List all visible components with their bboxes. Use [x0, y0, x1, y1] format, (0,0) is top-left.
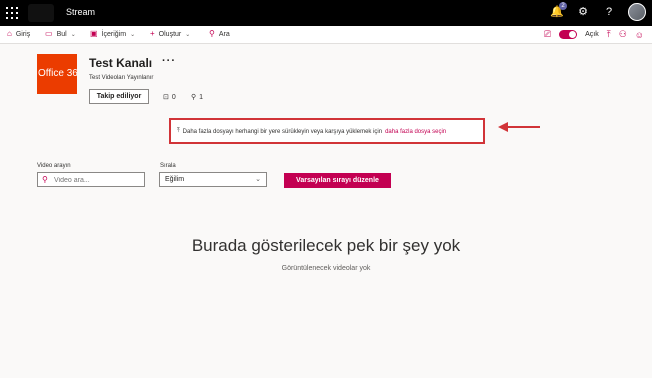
- sort-dropdown[interactable]: Eğilim ⌄: [159, 172, 267, 187]
- search-field[interactable]: ⚲: [37, 172, 145, 187]
- home-icon: ⌂: [7, 29, 12, 38]
- chevron-down-icon: ⌄: [185, 31, 191, 38]
- toggle-label: Açık: [585, 31, 599, 38]
- channel-logo: Office 365: [37, 54, 77, 94]
- discover-icon: ▭: [45, 29, 53, 38]
- person-icon[interactable]: ⚇: [619, 29, 627, 40]
- channel-description: Test Videoları Yayınlanır: [89, 75, 154, 81]
- command-bar: ⌂ Giriş ▭ Bul ⌄ ▣ İçeriğim ⌄ + Oluştur ⌄…: [0, 26, 652, 44]
- gear-icon[interactable]: ⚙: [576, 5, 590, 19]
- nav-home[interactable]: ⌂ Giriş: [7, 30, 30, 38]
- top-bar: Stream 🔔 2 ⚙ ?: [0, 0, 652, 26]
- chevron-down-icon: ⌄: [130, 31, 136, 38]
- bell-icon[interactable]: 🔔 2: [550, 2, 567, 19]
- choose-files-link[interactable]: daha fazla dosya seçin: [385, 129, 446, 135]
- nav-discover-label: Bul: [56, 30, 67, 38]
- video-count-icon: ⊡: [163, 94, 169, 101]
- redacted-logo: [28, 4, 54, 22]
- upload-icon: ⤒: [177, 128, 180, 134]
- channel-logo-text: Office 365: [38, 68, 77, 79]
- video-count: ⊡ 0: [163, 93, 176, 102]
- smiley-icon[interactable]: ☺: [635, 30, 644, 40]
- notification-badge: 2: [559, 2, 567, 10]
- follower-count-value: 1: [199, 93, 204, 101]
- page-title: Test Kanalı: [89, 56, 153, 70]
- more-options-icon[interactable]: ···: [162, 55, 176, 67]
- nav-discover[interactable]: ▭ Bul ⌄: [45, 30, 76, 38]
- app-title[interactable]: Stream: [66, 7, 95, 17]
- plus-icon: +: [150, 29, 155, 38]
- upload-hint: ⤒ Daha fazla dosyayı herhangi bir yere s…: [169, 118, 485, 144]
- nav-search-label: Ara: [218, 30, 230, 38]
- video-icon: ▣: [90, 29, 98, 38]
- nav-create[interactable]: + Oluştur ⌄: [150, 30, 190, 38]
- reset-sort-button[interactable]: Varsayılan sırayı düzenle: [284, 173, 391, 188]
- search-label: Video arayın: [37, 163, 71, 169]
- nav-content-label: İçeriğim: [101, 30, 127, 38]
- sort-label: Sırala: [160, 163, 176, 169]
- follower-count: ⚲ 1: [191, 93, 204, 102]
- follower-icon: ⚲: [191, 94, 197, 101]
- follow-button[interactable]: Takip ediliyor: [89, 89, 149, 104]
- nav-create-label: Oluştur: [158, 30, 182, 38]
- search-input[interactable]: [54, 175, 140, 185]
- preview-toggle[interactable]: [559, 30, 578, 39]
- help-icon[interactable]: ?: [602, 5, 616, 19]
- chevron-down-icon: ⌄: [70, 31, 76, 38]
- app-launcher-icon[interactable]: [6, 7, 18, 19]
- empty-state-subtitle: Görüntülenecek videolar yok: [281, 265, 371, 272]
- captions-icon[interactable]: ⎚: [544, 29, 551, 40]
- upload-text: Daha fazla dosyayı herhangi bir yere sür…: [182, 128, 383, 135]
- avatar[interactable]: [628, 3, 646, 21]
- nav-search[interactable]: ⚲ Ara: [209, 30, 230, 38]
- search-icon: ⚲: [209, 29, 215, 38]
- nav-my-content[interactable]: ▣ İçeriğim ⌄: [90, 30, 135, 38]
- empty-state-title: Burada gösterilecek pek bir şey yok: [191, 236, 461, 255]
- nav-home-label: Giriş: [15, 30, 31, 38]
- chevron-down-icon: ⌄: [255, 176, 261, 183]
- upload-icon[interactable]: ⤒: [607, 29, 611, 40]
- search-icon: ⚲: [42, 175, 48, 184]
- video-count-value: 0: [171, 93, 176, 101]
- annotation-arrow-icon: [498, 122, 540, 132]
- sort-value: Eğilim: [165, 176, 185, 183]
